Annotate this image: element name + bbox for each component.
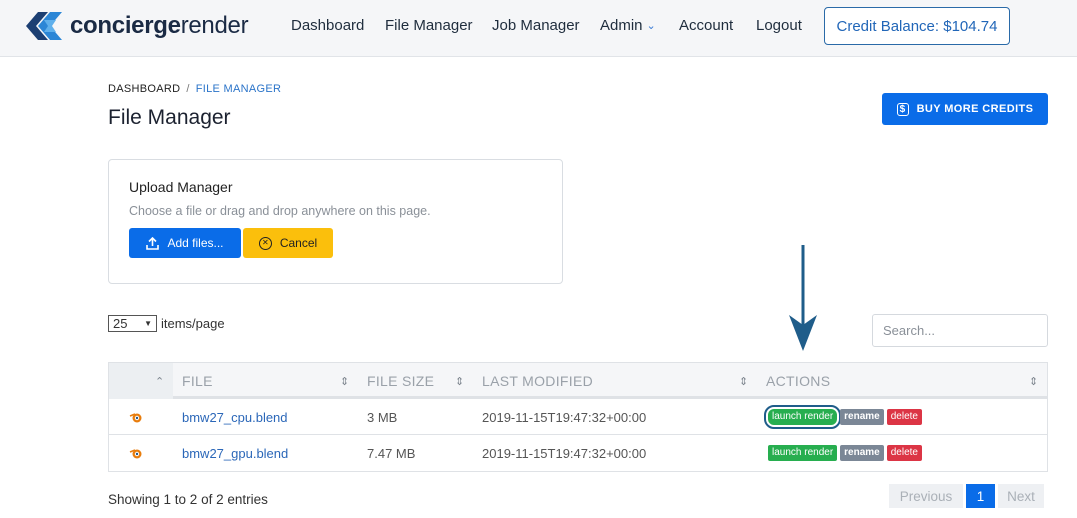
header-file-size[interactable]: FILE SIZE (367, 363, 434, 399)
sort-icon[interactable]: ⇕ (739, 363, 749, 399)
rename-button[interactable]: rename (840, 445, 884, 461)
upload-manager-title: Upload Manager (129, 179, 233, 195)
nav-account[interactable]: Account (679, 0, 733, 50)
logo-bold-text: concierge (70, 12, 181, 39)
last-modified: 2019-11-15T19:47:32+00:00 (482, 409, 647, 425)
file-table: ⌃ FILE ⇕ FILE SIZE ⇕ LAST MODIFIED ⇕ ACT… (108, 362, 1048, 472)
header-last-modified-label: LAST MODIFIED (482, 373, 593, 389)
chevron-down-icon: ⌄ (646, 19, 656, 32)
items-per-page-label: items/page (161, 316, 225, 331)
nav-account-label[interactable]: Account (679, 17, 733, 34)
launch-render-button[interactable]: launch render (763, 405, 842, 429)
table-header: ⌃ FILE ⇕ FILE SIZE ⇕ LAST MODIFIED ⇕ ACT… (109, 363, 1047, 399)
cancel-button[interactable]: ✕ Cancel (243, 228, 333, 258)
breadcrumb-current: FILE MANAGER (195, 83, 282, 95)
buy-more-credits-button[interactable]: $ BUY MORE CREDITS (882, 93, 1048, 125)
nav-dashboard[interactable]: Dashboard (291, 0, 364, 50)
page-1-button[interactable]: 1 (966, 484, 995, 508)
logo-icon (26, 12, 62, 40)
header-actions[interactable]: ACTIONS (766, 363, 830, 399)
nav-job-manager-label[interactable]: Job Manager (492, 17, 580, 34)
cancel-label: Cancel (279, 236, 318, 250)
logo-light-text: render (180, 12, 249, 39)
breadcrumb-dashboard[interactable]: DASHBOARD (108, 83, 180, 95)
add-files-label: Add files... (167, 236, 224, 250)
file-size: 7.47 MB (367, 445, 416, 461)
sort-icon[interactable]: ⇕ (340, 363, 350, 399)
delete-button[interactable]: delete (886, 409, 922, 425)
nav-logout[interactable]: Logout (756, 0, 802, 50)
header-last-modified[interactable]: LAST MODIFIED (482, 363, 593, 399)
blender-file-icon (129, 435, 143, 471)
file-name-link[interactable]: bmw27_gpu.blend (182, 446, 288, 461)
breadcrumb-separator: / (186, 83, 190, 95)
sort-icon[interactable]: ⇕ (455, 363, 465, 399)
dollar-icon: $ (896, 102, 909, 116)
header-file[interactable]: FILE (182, 363, 213, 399)
logo-text: conciergerender (70, 12, 249, 40)
items-per-page: 25 ▼ items/page (108, 315, 225, 332)
delete-button[interactable]: delete (886, 445, 922, 461)
blender-file-icon (129, 399, 143, 435)
rename-button[interactable]: rename (840, 409, 884, 425)
items-per-page-value: 25 (113, 316, 128, 331)
dropdown-arrow-icon: ▼ (144, 319, 152, 328)
table-info: Showing 1 to 2 of 2 entries (108, 492, 268, 507)
nav-admin[interactable]: Admin ⌄ (600, 0, 656, 50)
sort-icon[interactable]: ⇕ (1029, 363, 1039, 399)
page-title: File Manager (108, 106, 231, 129)
row-actions: launch render rename delete (768, 435, 925, 471)
nav-file-manager[interactable]: File Manager (385, 0, 473, 50)
launch-render-button[interactable]: launch render (768, 445, 838, 461)
credit-balance-label: Credit Balance: $104.74 (836, 17, 998, 35)
top-navbar: conciergerender Dashboard File Manager J… (0, 0, 1077, 57)
file-name-link[interactable]: bmw27_cpu.blend (182, 410, 288, 425)
logo[interactable]: conciergerender (18, 6, 249, 46)
header-actions-label: ACTIONS (766, 373, 831, 389)
table-row: bmw27_cpu.blend 3 MB 2019-11-15T19:47:32… (109, 399, 1047, 435)
nav-logout-label[interactable]: Logout (756, 17, 802, 34)
file-size: 3 MB (367, 409, 398, 425)
annotation-arrow-icon (789, 245, 817, 351)
sort-up-icon[interactable]: ⌃ (155, 363, 165, 399)
search-input[interactable]: Search... (872, 314, 1048, 347)
items-per-page-select[interactable]: 25 ▼ (108, 315, 157, 332)
pagination: Previous 1 Next (889, 484, 1044, 508)
table-row: bmw27_gpu.blend 7.47 MB 2019-11-15T19:47… (109, 435, 1047, 471)
upload-icon (146, 236, 160, 250)
header-file-label: FILE (182, 373, 213, 389)
credit-balance-button[interactable]: Credit Balance: $104.74 (824, 7, 1010, 45)
search-placeholder: Search... (883, 323, 936, 338)
nav-dashboard-label[interactable]: Dashboard (291, 17, 364, 34)
last-modified: 2019-11-15T19:47:32+00:00 (482, 445, 647, 461)
add-files-button[interactable]: Add files... (129, 228, 241, 258)
breadcrumb: DASHBOARD / FILE MANAGER (108, 83, 281, 95)
buy-more-credits-label: BUY MORE CREDITS (916, 103, 1034, 115)
header-file-size-label: FILE SIZE (367, 373, 435, 389)
nav-file-manager-label[interactable]: File Manager (385, 17, 473, 34)
row-actions: launch render rename delete (763, 399, 925, 435)
upload-hint: Choose a file or drag and drop anywhere … (129, 204, 431, 218)
previous-page-button[interactable]: Previous (889, 484, 963, 508)
nav-admin-label[interactable]: Admin (600, 17, 643, 34)
upload-manager-panel: Upload Manager Choose a file or drag and… (108, 159, 563, 284)
cancel-icon: ✕ (258, 236, 272, 250)
nav-job-manager[interactable]: Job Manager (492, 0, 580, 50)
next-page-button[interactable]: Next (998, 484, 1044, 508)
